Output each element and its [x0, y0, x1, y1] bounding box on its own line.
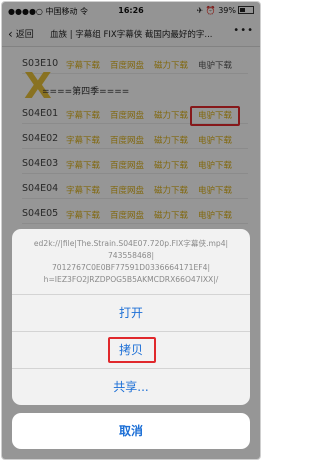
- cancel-button[interactable]: 取消: [12, 413, 250, 449]
- highlight-box-copy: [108, 337, 156, 363]
- message-line: h=IEZ3FO2JRZDPOG5B5AKMCDRX66O47IXX|/: [43, 275, 219, 284]
- open-button[interactable]: 打开: [12, 295, 250, 332]
- action-sheet: ed2k://|file|The.Strain.S04E07.720p.FIX字…: [12, 229, 250, 405]
- message-line: ed2k://|file|The.Strain.S04E07.720p.FIX字…: [33, 239, 229, 248]
- action-sheet-message: ed2k://|file|The.Strain.S04E07.720p.FIX字…: [12, 229, 250, 295]
- share-button[interactable]: 共享...: [12, 369, 250, 405]
- message-line: 7012767C0E0BF77591D0336664171EF4|: [51, 263, 211, 272]
- phone-screen: ●●●●○ 中国移动 令 16:26 ✈ ⏰ 39% ‹ 返回 血族 | 字幕组…: [1, 1, 261, 460]
- message-line: 743558468|: [107, 251, 155, 260]
- copy-button[interactable]: 拷贝: [12, 332, 250, 369]
